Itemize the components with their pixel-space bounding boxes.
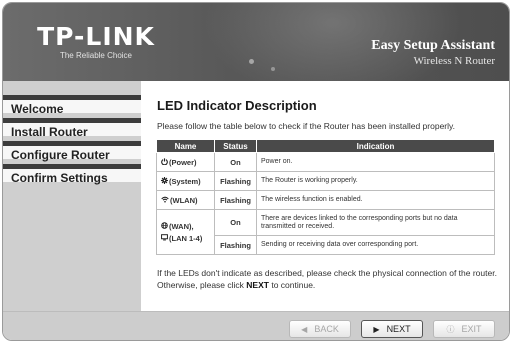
sidebar-item-label: Confirm Settings bbox=[11, 171, 108, 185]
led-name: (System) bbox=[169, 176, 201, 186]
exit-button[interactable]: ⓘ EXIT bbox=[433, 320, 495, 338]
table-row: (WLAN) Flashing The wireless function is… bbox=[156, 190, 495, 210]
led-name-cell: (WAN), (LAN 1-4) bbox=[156, 209, 215, 255]
lan-name-line: (LAN 1-4) bbox=[161, 234, 210, 243]
led-name-cell: (System) bbox=[156, 171, 215, 191]
brand-tagline: The Reliable Choice bbox=[59, 51, 133, 60]
sidebar-item-configure-router[interactable]: Configure Router bbox=[3, 141, 141, 162]
led-indication: There are devices linked to the correspo… bbox=[256, 209, 495, 236]
next-button[interactable]: ▶ NEXT bbox=[361, 320, 423, 338]
column-header-status: Status bbox=[214, 139, 257, 153]
led-name: (LAN 1-4) bbox=[169, 233, 203, 243]
setup-window: TP-LINK The Reliable Choice Easy Setup A… bbox=[2, 2, 510, 341]
exit-button-label: EXIT bbox=[461, 324, 482, 334]
led-status: Flashing bbox=[214, 171, 257, 191]
sidebar-item-label: Install Router bbox=[11, 125, 88, 139]
led-status: Flashing bbox=[214, 235, 257, 255]
column-header-name: Name bbox=[156, 139, 215, 153]
back-button-label: BACK bbox=[314, 324, 339, 334]
globe-icon bbox=[161, 221, 168, 229]
page-title: LED Indicator Description bbox=[157, 98, 317, 113]
led-indication: The Router is working properly. bbox=[256, 171, 495, 191]
table-header-row: Name Status Indication bbox=[156, 139, 495, 153]
led-table: Name Status Indication (Power) On Power … bbox=[156, 139, 495, 255]
sidebar-item-label: Welcome bbox=[11, 102, 64, 116]
column-header-indication: Indication bbox=[256, 139, 495, 153]
instructions-text-next: NEXT bbox=[246, 280, 269, 290]
instructions-text: If the LEDs don't indicate as described,… bbox=[157, 267, 507, 291]
led-name-cell: (Power) bbox=[156, 152, 215, 172]
sidebar: Welcome Install Router Configure Router … bbox=[3, 81, 141, 311]
led-indication: Power on. bbox=[256, 152, 495, 172]
brand: TP-LINK The Reliable Choice bbox=[31, 23, 161, 60]
led-name: (WLAN) bbox=[170, 195, 198, 205]
led-status: On bbox=[214, 152, 257, 172]
wireless-icon bbox=[161, 196, 169, 202]
led-status: Flashing bbox=[214, 190, 257, 210]
main-content: LED Indicator Description Please follow … bbox=[141, 81, 509, 311]
wan-name-line: (WAN), bbox=[161, 222, 210, 231]
led-indication: The wireless function is enabled. bbox=[256, 190, 495, 210]
next-button-label: NEXT bbox=[386, 324, 411, 334]
brand-logo: TP-LINK bbox=[37, 22, 155, 51]
led-name: (WAN), bbox=[169, 221, 194, 231]
table-row: (Power) On Power on. bbox=[156, 152, 495, 172]
table-row: (System) Flashing The Router is working … bbox=[156, 171, 495, 191]
power-icon bbox=[161, 157, 168, 165]
instructions-text-start: If the LEDs don't indicate as described,… bbox=[157, 268, 497, 290]
led-indication: Sending or receiving data over correspon… bbox=[256, 235, 495, 255]
intro-text: Please follow the table below to check i… bbox=[157, 121, 455, 131]
instructions-text-end: to continue. bbox=[268, 280, 316, 290]
header-banner: TP-LINK The Reliable Choice Easy Setup A… bbox=[3, 3, 509, 81]
led-name: (Power) bbox=[169, 157, 197, 167]
gear-icon bbox=[161, 176, 168, 184]
monitor-icon bbox=[161, 233, 168, 240]
sidebar-item-label: Configure Router bbox=[11, 148, 110, 162]
back-arrow-icon: ◀ bbox=[301, 324, 308, 334]
back-button[interactable]: ◀ BACK bbox=[289, 320, 351, 338]
assistant-title: Easy Setup Assistant bbox=[371, 38, 495, 53]
sidebar-item-install-router[interactable]: Install Router bbox=[3, 118, 141, 139]
sidebar-item-welcome[interactable]: Welcome bbox=[3, 95, 141, 116]
exit-icon: ⓘ bbox=[446, 324, 455, 334]
assistant-subtitle: Wireless N Router bbox=[413, 55, 495, 67]
led-name-cell: (WLAN) bbox=[156, 190, 215, 210]
next-arrow-icon: ▶ bbox=[373, 324, 380, 334]
sidebar-item-confirm-settings[interactable]: Confirm Settings bbox=[3, 164, 141, 185]
button-bar: ◀ BACK ▶ NEXT ⓘ EXIT bbox=[3, 311, 509, 340]
assistant-heading: Easy Setup Assistant Wireless N Router bbox=[371, 38, 495, 67]
table-row: (WAN), (LAN 1-4) On There are devices li… bbox=[156, 209, 495, 255]
led-status: On bbox=[214, 209, 257, 236]
